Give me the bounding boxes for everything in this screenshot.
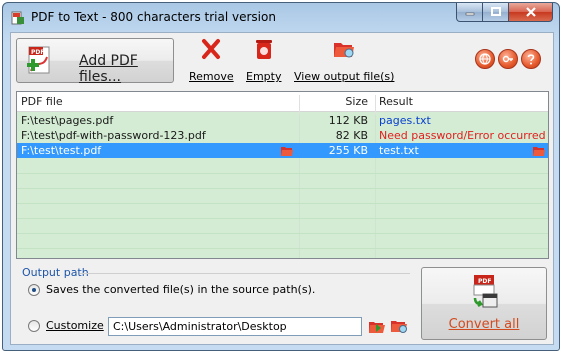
help-icon [527, 54, 535, 65]
convert-all-text: Convert all [448, 317, 520, 332]
header-pdf-file[interactable]: PDF file [21, 95, 63, 108]
main-panel: PDF Add PDF files... Remove Empty View o… [10, 32, 554, 345]
remove-label: Remove [189, 70, 234, 83]
title-bar[interactable]: PDF to Text - 800 characters trial versi… [3, 3, 559, 31]
row-result: pages.txt [379, 114, 431, 127]
source-path-radio[interactable] [28, 284, 40, 296]
row-size: 112 KB [328, 114, 368, 127]
grid-line [17, 233, 548, 234]
table-row[interactable]: F:\test\pages.pdf 112 KB pages.txt [17, 113, 548, 128]
grid-line [17, 218, 548, 219]
grid-line [17, 173, 548, 174]
trash-icon [255, 40, 272, 59]
row-result: test.txt [379, 144, 419, 157]
table-row[interactable]: F:\test\pdf-with-password-123.pdf 82 KB … [17, 128, 548, 143]
maximize-button[interactable] [483, 3, 509, 22]
open-folder-icon[interactable] [280, 144, 294, 157]
row-file: F:\test\test.pdf [21, 144, 102, 157]
convert-icon: PDF [473, 275, 498, 308]
web-button[interactable] [475, 49, 495, 69]
customize-path-input[interactable] [108, 317, 362, 336]
source-path-label[interactable]: Saves the converted file(s) in the sourc… [46, 283, 315, 296]
grid-line [17, 188, 548, 189]
grid-line [17, 203, 548, 204]
group-divider [80, 273, 410, 274]
pdf-add-icon: PDF [27, 46, 50, 74]
view-output-button[interactable]: View output file(s) [294, 37, 394, 83]
add-pdf-files-label: Add PDF files... [79, 53, 138, 85]
pdf-badge: PDF [31, 49, 44, 56]
folder-next-icon[interactable] [368, 318, 386, 334]
browse-folder-icon[interactable] [390, 317, 408, 333]
window-title: PDF to Text - 800 characters trial versi… [31, 10, 276, 24]
grid-line [17, 248, 548, 249]
folder-view-icon [334, 43, 355, 58]
close-icon [525, 7, 536, 17]
minimize-button[interactable] [456, 3, 483, 22]
web-icon [479, 53, 491, 65]
empty-label: Empty [246, 70, 282, 83]
header-result[interactable]: Result [379, 95, 413, 108]
header-divider[interactable] [375, 95, 376, 115]
toolbar: PDF Add PDF files... Remove Empty View o… [11, 33, 553, 91]
row-file: F:\test\pdf-with-password-123.pdf [21, 129, 206, 142]
customize-radio[interactable] [28, 320, 40, 332]
add-pdf-files-button[interactable]: PDF Add PDF files... [16, 38, 174, 85]
row-size: 82 KB [335, 129, 368, 142]
minimize-icon [465, 12, 474, 16]
header-divider[interactable] [299, 95, 300, 115]
output-path-group: Output path Saves the converted file(s) … [16, 266, 412, 340]
row-result: Need password/Error occurred [379, 129, 546, 142]
pdf-file-list[interactable]: PDF file Size Result F:\test\pages.pdf 1… [16, 91, 549, 259]
open-output-folder-icon[interactable] [532, 144, 546, 157]
key-button[interactable] [498, 49, 518, 69]
customize-label[interactable]: Customize [46, 319, 104, 332]
table-row-selected[interactable]: F:\test\test.pdf 255 KB test.txt [17, 143, 548, 158]
output-path-title: Output path [22, 266, 89, 279]
maximize-icon [490, 7, 501, 16]
convert-all-label: Convert all [422, 317, 546, 332]
header-size[interactable]: Size [345, 95, 368, 108]
app-icon [11, 11, 24, 25]
list-header: PDF file Size Result [17, 92, 548, 115]
row-size: 255 KB [328, 144, 368, 157]
view-output-label: View output file(s) [294, 70, 395, 83]
convert-pdf-badge: PDF [478, 278, 491, 285]
convert-all-button[interactable]: PDF Convert all [421, 267, 547, 340]
key-icon [502, 55, 513, 63]
remove-icon [202, 39, 221, 59]
close-button[interactable] [509, 3, 553, 22]
help-button[interactable] [521, 49, 541, 69]
empty-button[interactable]: Empty [246, 37, 281, 83]
remove-button[interactable]: Remove [189, 37, 234, 83]
app-window: PDF to Text - 800 characters trial versi… [2, 2, 560, 351]
row-file: F:\test\pages.pdf [21, 114, 114, 127]
extra-buttons [475, 49, 541, 69]
caption-buttons [456, 3, 553, 22]
